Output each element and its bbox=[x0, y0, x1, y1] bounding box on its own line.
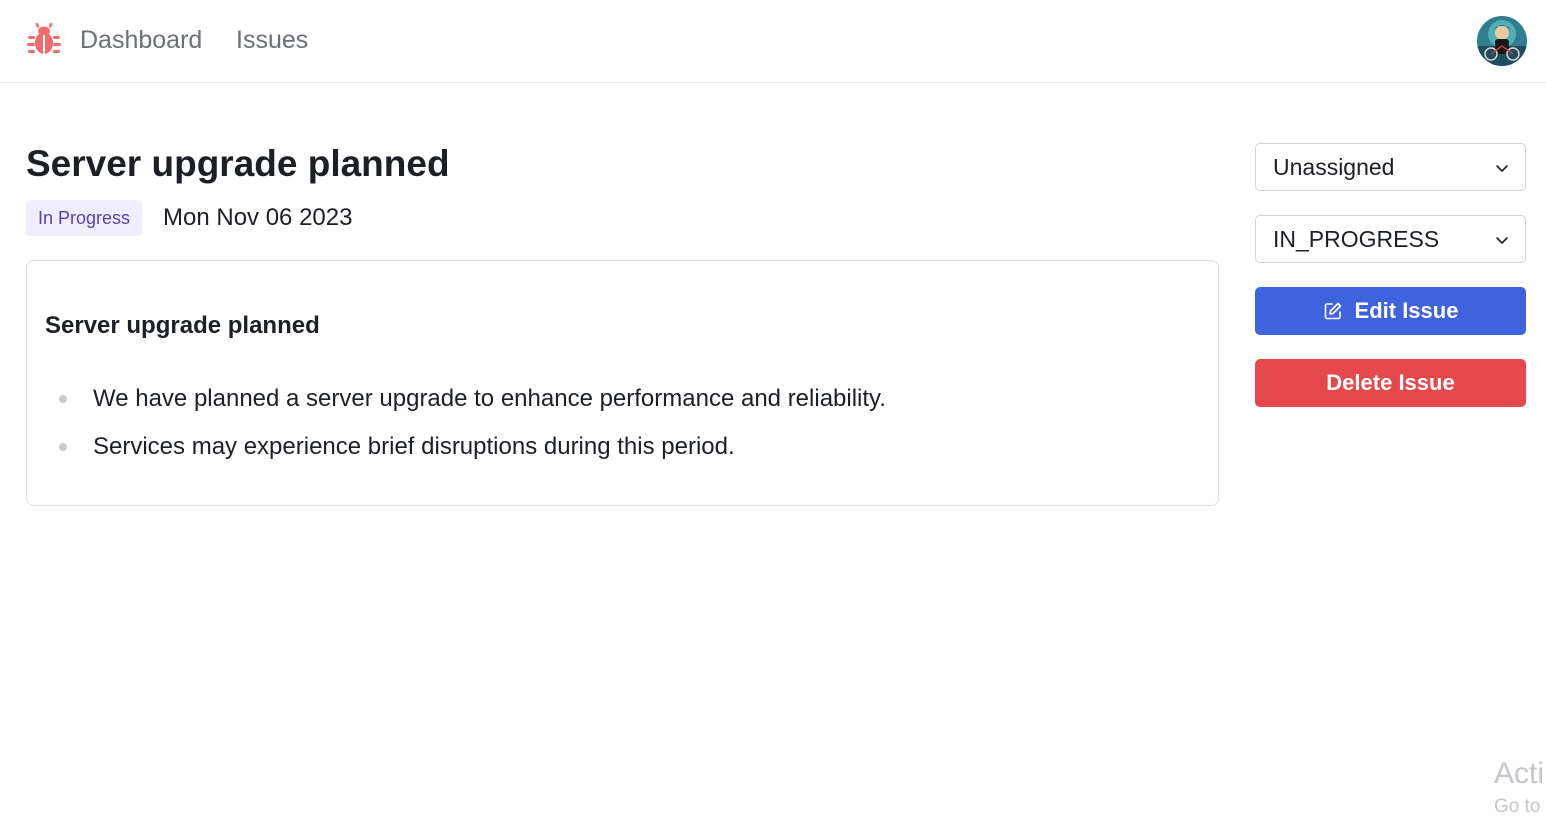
list-item-text: Services may experience brief disruption… bbox=[93, 433, 735, 460]
navbar: Dashboard Issues bbox=[0, 0, 1546, 83]
bullet-icon bbox=[59, 395, 67, 403]
description-list: We have planned a server upgrade to enha… bbox=[45, 375, 886, 471]
user-avatar[interactable] bbox=[1477, 16, 1527, 66]
list-item: Services may experience brief disruption… bbox=[45, 423, 886, 471]
watermark-subtitle: Go to bbox=[1494, 796, 1541, 817]
chevron-down-icon bbox=[1496, 237, 1508, 244]
bug-icon[interactable] bbox=[26, 22, 62, 58]
edit-issue-button[interactable]: Edit Issue bbox=[1255, 287, 1526, 335]
list-item: We have planned a server upgrade to enha… bbox=[45, 375, 886, 423]
nav-dashboard-link[interactable]: Dashboard bbox=[80, 24, 202, 56]
description-heading: Server upgrade planned bbox=[45, 312, 320, 339]
status-select[interactable]: IN_PROGRESS bbox=[1255, 215, 1526, 263]
issue-title: Server upgrade planned bbox=[26, 143, 450, 184]
issue-date: Mon Nov 06 2023 bbox=[163, 204, 353, 231]
issue-description-card: Server upgrade planned We have planned a… bbox=[26, 260, 1219, 506]
watermark-title: Acti bbox=[1494, 757, 1545, 790]
status-badge: In Progress bbox=[26, 200, 143, 236]
edit-issue-label: Edit Issue bbox=[1354, 298, 1459, 323]
assignee-select[interactable]: Unassigned bbox=[1255, 143, 1526, 191]
bullet-icon bbox=[59, 443, 67, 451]
list-item-text: We have planned a server upgrade to enha… bbox=[93, 385, 886, 412]
delete-issue-label: Delete Issue bbox=[1326, 370, 1455, 395]
activation-watermark: Acti Go to bbox=[1494, 755, 1546, 817]
status-select-value: IN_PROGRESS bbox=[1273, 226, 1440, 252]
edit-icon bbox=[1324, 302, 1341, 320]
delete-issue-button[interactable]: Delete Issue bbox=[1255, 359, 1526, 407]
nav-issues-link[interactable]: Issues bbox=[236, 24, 308, 56]
chevron-down-icon bbox=[1496, 165, 1508, 172]
assignee-select-value: Unassigned bbox=[1273, 154, 1395, 180]
